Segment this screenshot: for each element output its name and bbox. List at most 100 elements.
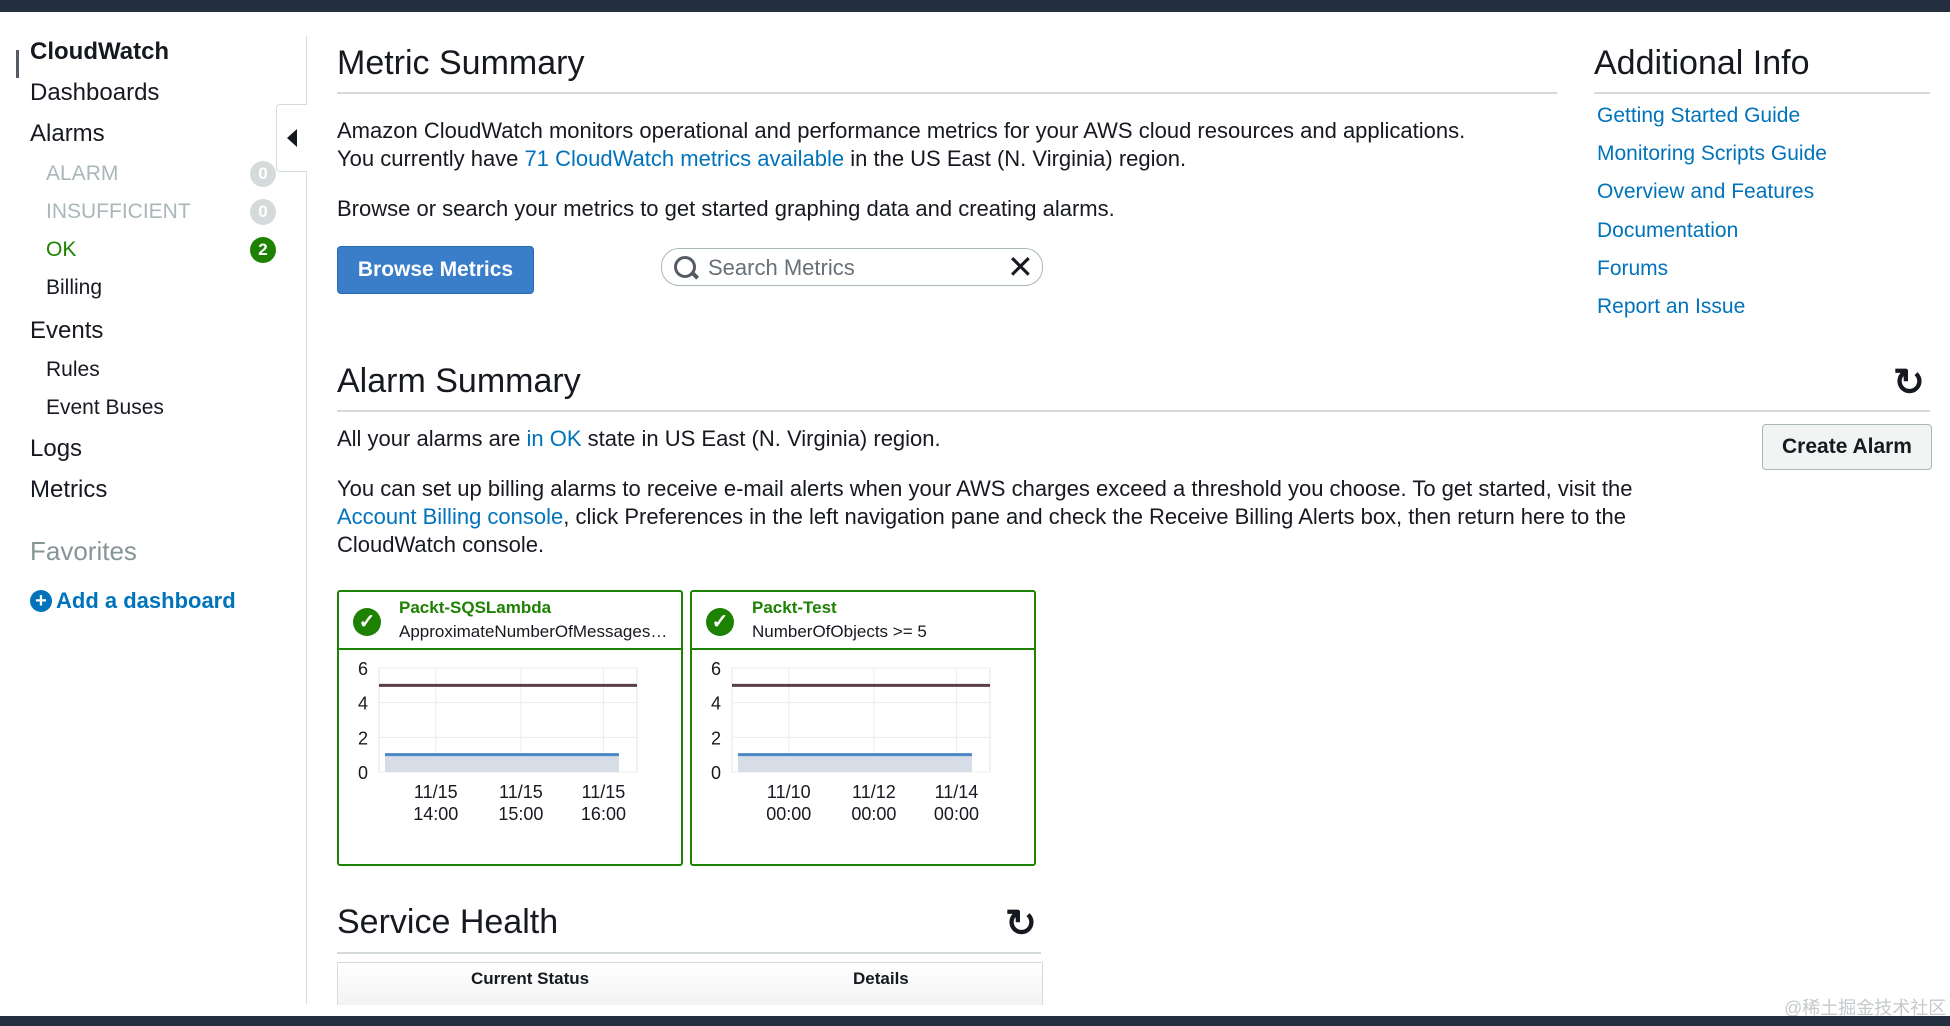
metrics-count-suffix: in the US East (N. Virginia) region. xyxy=(850,146,1187,171)
alarm-card-metric: NumberOfObjects >= 5 xyxy=(752,622,927,641)
alarm-card-name[interactable]: Packt-SQSLambda xyxy=(399,598,551,618)
check-circle-icon: ✓ xyxy=(706,608,734,636)
account-billing-console-link[interactable]: Account Billing console xyxy=(337,504,563,529)
clear-search-icon[interactable]: ✕ xyxy=(1007,249,1034,285)
sidebar-item-rules[interactable]: Rules xyxy=(46,358,100,382)
caret-left-icon xyxy=(287,129,297,147)
alarm-card-header: ✓ Packt-Test NumberOfObjects >= 5 xyxy=(692,592,1034,650)
billing-line3: CloudWatch console. xyxy=(337,532,545,557)
alarm-card-header: ✓ Packt-SQSLambda ApproximateNumberOfMes… xyxy=(339,592,681,650)
alarm-summary-title: Alarm Summary xyxy=(337,362,581,400)
current-status-header: Current Status xyxy=(471,969,590,988)
additional-info-title: Additional Info xyxy=(1594,44,1810,82)
x-tick-label: 00:00 xyxy=(851,804,896,824)
x-tick-label: 16:00 xyxy=(581,804,626,824)
x-tick-label: 11/10 xyxy=(767,782,811,802)
browse-instructions: Browse or search your metrics to get sta… xyxy=(337,196,1115,221)
sidebar-item-alarm-state[interactable]: ALARM xyxy=(46,162,118,186)
x-tick-label: 15:00 xyxy=(498,804,543,824)
service-health-table: Current Status Details xyxy=(337,962,1043,1005)
billing-line1: You can set up billing alarms to receive… xyxy=(337,476,1633,501)
y-tick-label: 2 xyxy=(711,728,721,748)
x-tick-label: 11/15 xyxy=(414,782,458,802)
y-tick-label: 0 xyxy=(711,763,721,783)
insufficient-count-badge: 0 xyxy=(250,199,276,225)
search-placeholder: Search Metrics xyxy=(708,255,855,280)
alarm-card[interactable]: ✓ Packt-Test NumberOfObjects >= 5 6 4 2 0 11… xyxy=(690,590,1036,866)
sidebar-title-cloudwatch[interactable]: CloudWatch xyxy=(30,38,169,66)
billing-line2-rest: , click Preferences in the left navigati… xyxy=(563,504,1626,529)
report-issue-link[interactable]: Report an Issue xyxy=(1597,295,1745,319)
metric-summary-line1: Amazon CloudWatch monitors operational a… xyxy=(337,118,1466,143)
y-tick-label: 0 xyxy=(358,763,368,783)
alarm-count-badge: 0 xyxy=(250,161,276,187)
forums-link[interactable]: Forums xyxy=(1597,257,1668,281)
service-health-title: Service Health xyxy=(337,903,559,941)
metric-area xyxy=(738,754,972,772)
sidebar-item-logs[interactable]: Logs xyxy=(30,435,82,463)
add-dashboard-link[interactable]: + Add a dashboard xyxy=(30,588,236,614)
additional-info-rule xyxy=(1594,92,1930,94)
x-tick-label: 00:00 xyxy=(934,804,979,824)
collapse-sidebar-button[interactable] xyxy=(276,104,307,172)
alarm-status-text: All your alarms are in OK state in US Ea… xyxy=(337,425,1687,453)
metric-summary-line2: You currently have 71 CloudWatch metrics… xyxy=(337,145,1557,173)
x-tick-label: 14:00 xyxy=(413,804,458,824)
alarm-card-chart: 642011/1000:0011/1200:0011/1400:00 xyxy=(711,659,991,824)
getting-started-link[interactable]: Getting Started Guide xyxy=(1597,104,1800,128)
sidebar-divider xyxy=(306,36,307,1004)
alarm-summary-rule xyxy=(337,410,1930,412)
top-bar xyxy=(0,0,1950,12)
x-tick-label: 11/15 xyxy=(582,782,626,802)
y-tick-label: 4 xyxy=(358,694,368,714)
overview-features-link[interactable]: Overview and Features xyxy=(1597,180,1814,204)
billing-line2: Account Billing console, click Preferenc… xyxy=(337,503,1737,531)
alarm-card[interactable]: ✓ Packt-SQSLambda ApproximateNumberOfMes… xyxy=(337,590,683,866)
metrics-count-prefix: You currently have xyxy=(337,146,519,171)
sidebar-item-billing[interactable]: Billing xyxy=(46,276,102,300)
y-tick-label: 6 xyxy=(711,659,721,679)
alarm-card-metric: ApproximateNumberOfMessagesVi... xyxy=(399,622,675,641)
plus-circle-icon: + xyxy=(30,590,52,612)
sidebar-item-ok[interactable]: OK xyxy=(46,238,76,262)
create-alarm-button[interactable]: Create Alarm xyxy=(1762,424,1932,470)
y-tick-label: 2 xyxy=(358,728,368,748)
metric-area xyxy=(385,754,619,772)
x-tick-label: 11/14 xyxy=(935,782,979,802)
search-icon-handle xyxy=(689,270,700,280)
x-tick-label: 00:00 xyxy=(766,804,811,824)
y-tick-label: 4 xyxy=(711,694,721,714)
sidebar-item-insufficient[interactable]: INSUFFICIENT xyxy=(46,200,191,224)
sidebar-item-dashboards[interactable]: Dashboards xyxy=(30,79,159,107)
alarm-card-name[interactable]: Packt-Test xyxy=(752,598,837,618)
search-metrics-input[interactable]: Search Metrics ✕ xyxy=(661,248,1043,286)
check-circle-icon: ✓ xyxy=(353,608,381,636)
in-ok-link[interactable]: in OK xyxy=(527,426,582,451)
details-header: Details xyxy=(853,969,909,988)
metrics-available-link[interactable]: 71 CloudWatch metrics available xyxy=(525,146,845,171)
sidebar-item-events[interactable]: Events xyxy=(30,317,103,345)
service-health-rule xyxy=(337,952,1041,954)
sidebar: CloudWatch Dashboards Alarms ALARM 0 INS… xyxy=(0,12,306,1004)
refresh-service-health-icon[interactable]: ↻ xyxy=(1005,905,1037,943)
add-dashboard-label: Add a dashboard xyxy=(56,588,236,613)
active-indicator xyxy=(16,50,19,78)
ok-count-badge: 2 xyxy=(250,237,276,263)
x-tick-label: 11/15 xyxy=(499,782,543,802)
alarm-card-chart: 642011/1514:0011/1515:0011/1516:00 xyxy=(358,659,638,824)
metric-summary-rule xyxy=(337,92,1557,94)
x-tick-label: 11/12 xyxy=(852,782,896,802)
documentation-link[interactable]: Documentation xyxy=(1597,219,1738,243)
bottom-bar xyxy=(0,1016,1950,1026)
alarm-status-prefix: All your alarms are xyxy=(337,426,521,451)
browse-metrics-button[interactable]: Browse Metrics xyxy=(337,246,534,294)
sidebar-item-event-buses[interactable]: Event Buses xyxy=(46,396,164,420)
monitoring-scripts-link[interactable]: Monitoring Scripts Guide xyxy=(1597,142,1827,166)
metric-summary-text: Amazon CloudWatch monitors operational a… xyxy=(337,117,1557,173)
favorites-heading: Favorites xyxy=(30,536,137,566)
sidebar-item-metrics[interactable]: Metrics xyxy=(30,476,107,504)
refresh-alarms-icon[interactable]: ↻ xyxy=(1893,364,1925,402)
billing-alarm-text: You can set up billing alarms to receive… xyxy=(337,475,1737,559)
y-tick-label: 6 xyxy=(358,659,368,679)
sidebar-item-alarms[interactable]: Alarms xyxy=(30,120,105,148)
